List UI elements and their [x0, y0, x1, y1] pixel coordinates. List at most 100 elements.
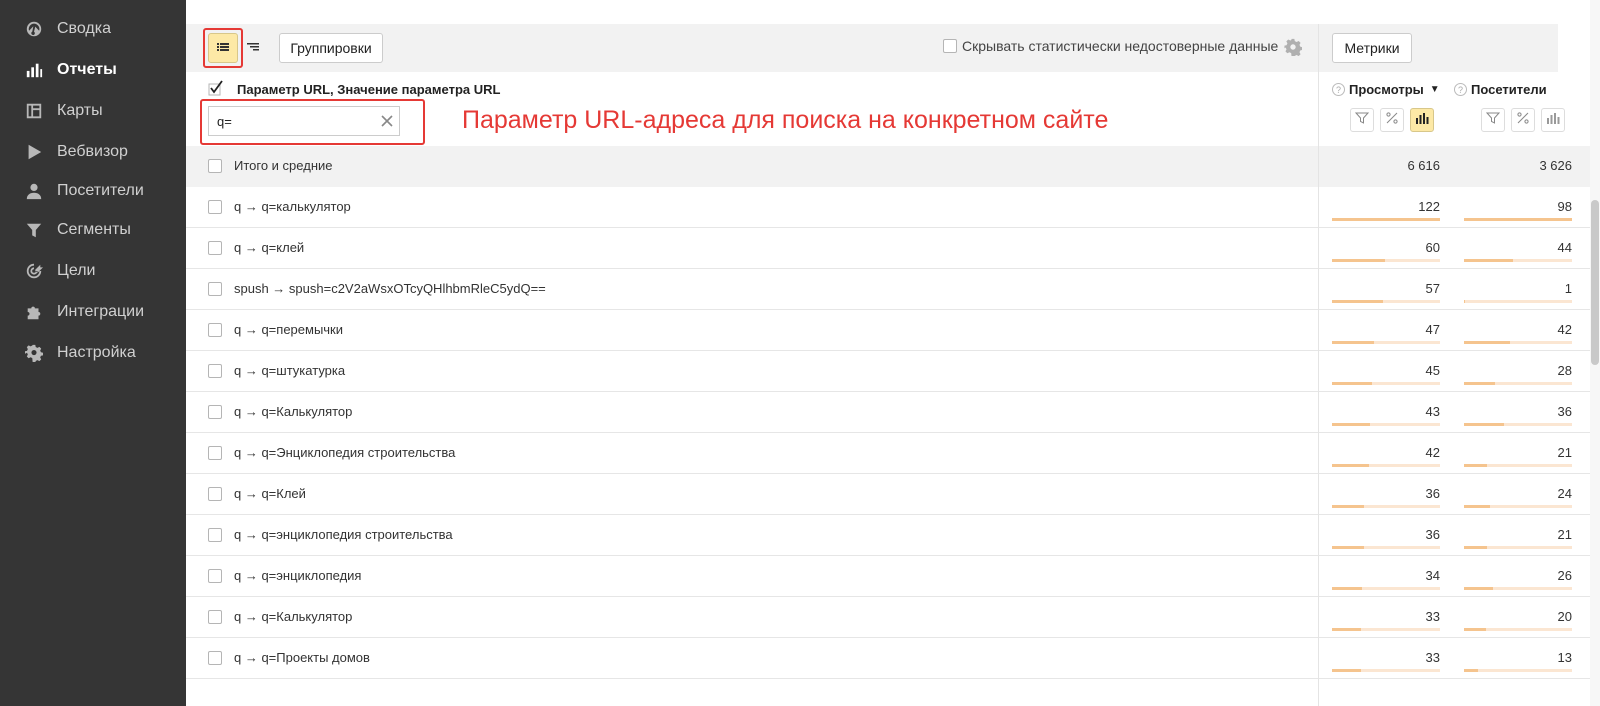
funnel-icon: [1485, 111, 1501, 130]
row-visitors: 21: [1557, 445, 1572, 460]
visitors-bars-button[interactable]: [1541, 108, 1565, 132]
visitors-bar-fill: [1464, 464, 1487, 467]
metrics-button[interactable]: Метрики: [1332, 33, 1412, 63]
table-settings-gear-icon[interactable]: [1284, 38, 1303, 58]
help-icon[interactable]: ?: [1332, 83, 1345, 96]
visitors-filter-button[interactable]: [1481, 108, 1505, 132]
row-visitors: 36: [1557, 404, 1572, 419]
row-checkbox[interactable]: [208, 446, 222, 460]
hide-unreliable-toggle[interactable]: Скрывать статистически недостоверные дан…: [943, 38, 1278, 54]
table-row: q → q=калькулятор 122 98: [186, 187, 1600, 228]
totals-label: Итого и средние: [234, 158, 333, 173]
row-checkbox[interactable]: [208, 323, 222, 337]
visitors-bar: [1464, 587, 1572, 590]
sidebar-item-reports[interactable]: Отчеты: [0, 52, 186, 88]
sidebar: Сводка Отчеты Карты Вебвизор Посетители …: [0, 0, 186, 706]
sidebar-item-webvisor[interactable]: Вебвизор: [0, 134, 186, 170]
table-row: q → q=Калькулятор 33 20: [186, 597, 1600, 638]
visitors-bar: [1464, 259, 1572, 262]
groupings-button[interactable]: Группировки: [279, 33, 383, 63]
visitors-bar: [1464, 300, 1572, 303]
views-bars-button[interactable]: [1410, 108, 1434, 132]
row-checkbox[interactable]: [208, 200, 222, 214]
sidebar-item-maps[interactable]: Карты: [0, 93, 186, 129]
metric-label-views: Просмотры: [1349, 82, 1424, 97]
views-bar-fill: [1332, 300, 1383, 303]
table-row: q → q=Калькулятор 43 36: [186, 392, 1600, 433]
row-checkbox[interactable]: [208, 282, 222, 296]
views-bar: [1332, 341, 1440, 344]
views-filter-button[interactable]: [1350, 108, 1374, 132]
sort-desc-icon[interactable]: ▼: [1430, 84, 1440, 95]
visitors-bar-fill: [1464, 628, 1486, 631]
table-row: q → q=Проекты домов 33 13: [186, 638, 1600, 679]
totals-checkbox[interactable]: [208, 159, 222, 173]
dimension-select-all-checkbox[interactable]: [208, 80, 224, 96]
tree-list-icon: [246, 40, 260, 57]
views-bar: [1332, 628, 1440, 631]
row-views: 36: [1425, 486, 1440, 501]
visitors-bar-fill: [1464, 259, 1513, 262]
row-checkbox[interactable]: [208, 364, 222, 378]
scrollbar-thumb[interactable]: [1591, 200, 1599, 365]
table-row: q → q=Энциклопедия строительства 42 21: [186, 433, 1600, 474]
sidebar-item-goals[interactable]: Цели: [0, 253, 186, 289]
table-row: spush → spush=c2V2aWsxOTcyQHlhbmRleC5ydQ…: [186, 269, 1600, 310]
visitors-bar-fill: [1464, 300, 1466, 303]
row-checkbox[interactable]: [208, 528, 222, 542]
row-checkbox[interactable]: [208, 569, 222, 583]
sidebar-item-label: Настройка: [57, 344, 136, 361]
percent-icon: [1516, 111, 1530, 130]
views-bar-fill: [1332, 628, 1362, 631]
bar-chart-icon: [1415, 111, 1429, 130]
row-checkbox[interactable]: [208, 241, 222, 255]
puzzle-icon: [24, 302, 44, 322]
row-views: 47: [1425, 322, 1440, 337]
metrics-column-divider: [1318, 24, 1319, 706]
views-bar-fill: [1332, 423, 1370, 426]
row-views: 45: [1425, 363, 1440, 378]
row-checkbox[interactable]: [208, 405, 222, 419]
visitors-percent-button[interactable]: [1511, 108, 1535, 132]
tree-view-button[interactable]: [240, 33, 266, 63]
sidebar-item-visitors[interactable]: Посетители: [0, 173, 186, 209]
row-label: q → q=штукатурка: [234, 363, 346, 378]
row-checkbox[interactable]: [208, 487, 222, 501]
row-label: q → q=энциклопедия: [234, 568, 362, 583]
table-row: q → q=энциклопедия строительства 36 21: [186, 515, 1600, 556]
views-bar: [1332, 587, 1440, 590]
visitors-bar: [1464, 218, 1572, 221]
dimension-filter-input[interactable]: [208, 106, 400, 136]
metric-title-visitors[interactable]: ? Посетители: [1454, 82, 1547, 97]
visitors-bar-fill: [1464, 382, 1496, 385]
row-label: q → q=клей: [234, 240, 305, 255]
views-bar-fill: [1332, 505, 1365, 508]
sidebar-item-segments[interactable]: Сегменты: [0, 212, 186, 248]
views-bar: [1332, 423, 1440, 426]
sidebar-item-summary[interactable]: Сводка: [0, 11, 186, 47]
visitors-bar: [1464, 341, 1572, 344]
row-checkbox[interactable]: [208, 610, 222, 624]
metric-header-views: ? Просмотры ▼: [1319, 72, 1449, 146]
row-views: 42: [1425, 445, 1440, 460]
help-icon[interactable]: ?: [1454, 83, 1467, 96]
views-percent-button[interactable]: [1380, 108, 1404, 132]
sidebar-item-settings[interactable]: Настройка: [0, 335, 186, 371]
views-bar-fill: [1332, 546, 1365, 549]
views-bar-fill: [1332, 218, 1440, 221]
row-checkbox[interactable]: [208, 651, 222, 665]
views-bar: [1332, 464, 1440, 467]
clear-filter-icon[interactable]: [380, 114, 394, 128]
hide-unreliable-checkbox[interactable]: [943, 39, 957, 53]
sidebar-item-integrations[interactable]: Интеграции: [0, 294, 186, 330]
row-visitors: 21: [1557, 527, 1572, 542]
visitors-bar-fill: [1464, 669, 1479, 672]
metric-title-views[interactable]: ? Просмотры ▼: [1332, 82, 1440, 97]
table-row: q → q=штукатурка 45 28: [186, 351, 1600, 392]
list-view-button[interactable]: [208, 33, 238, 63]
visitors-bar: [1464, 628, 1572, 631]
row-views: 33: [1425, 609, 1440, 624]
row-label: q → q=Проекты домов: [234, 650, 370, 665]
row-label: q → q=калькулятор: [234, 199, 351, 214]
funnel-icon: [24, 220, 44, 240]
